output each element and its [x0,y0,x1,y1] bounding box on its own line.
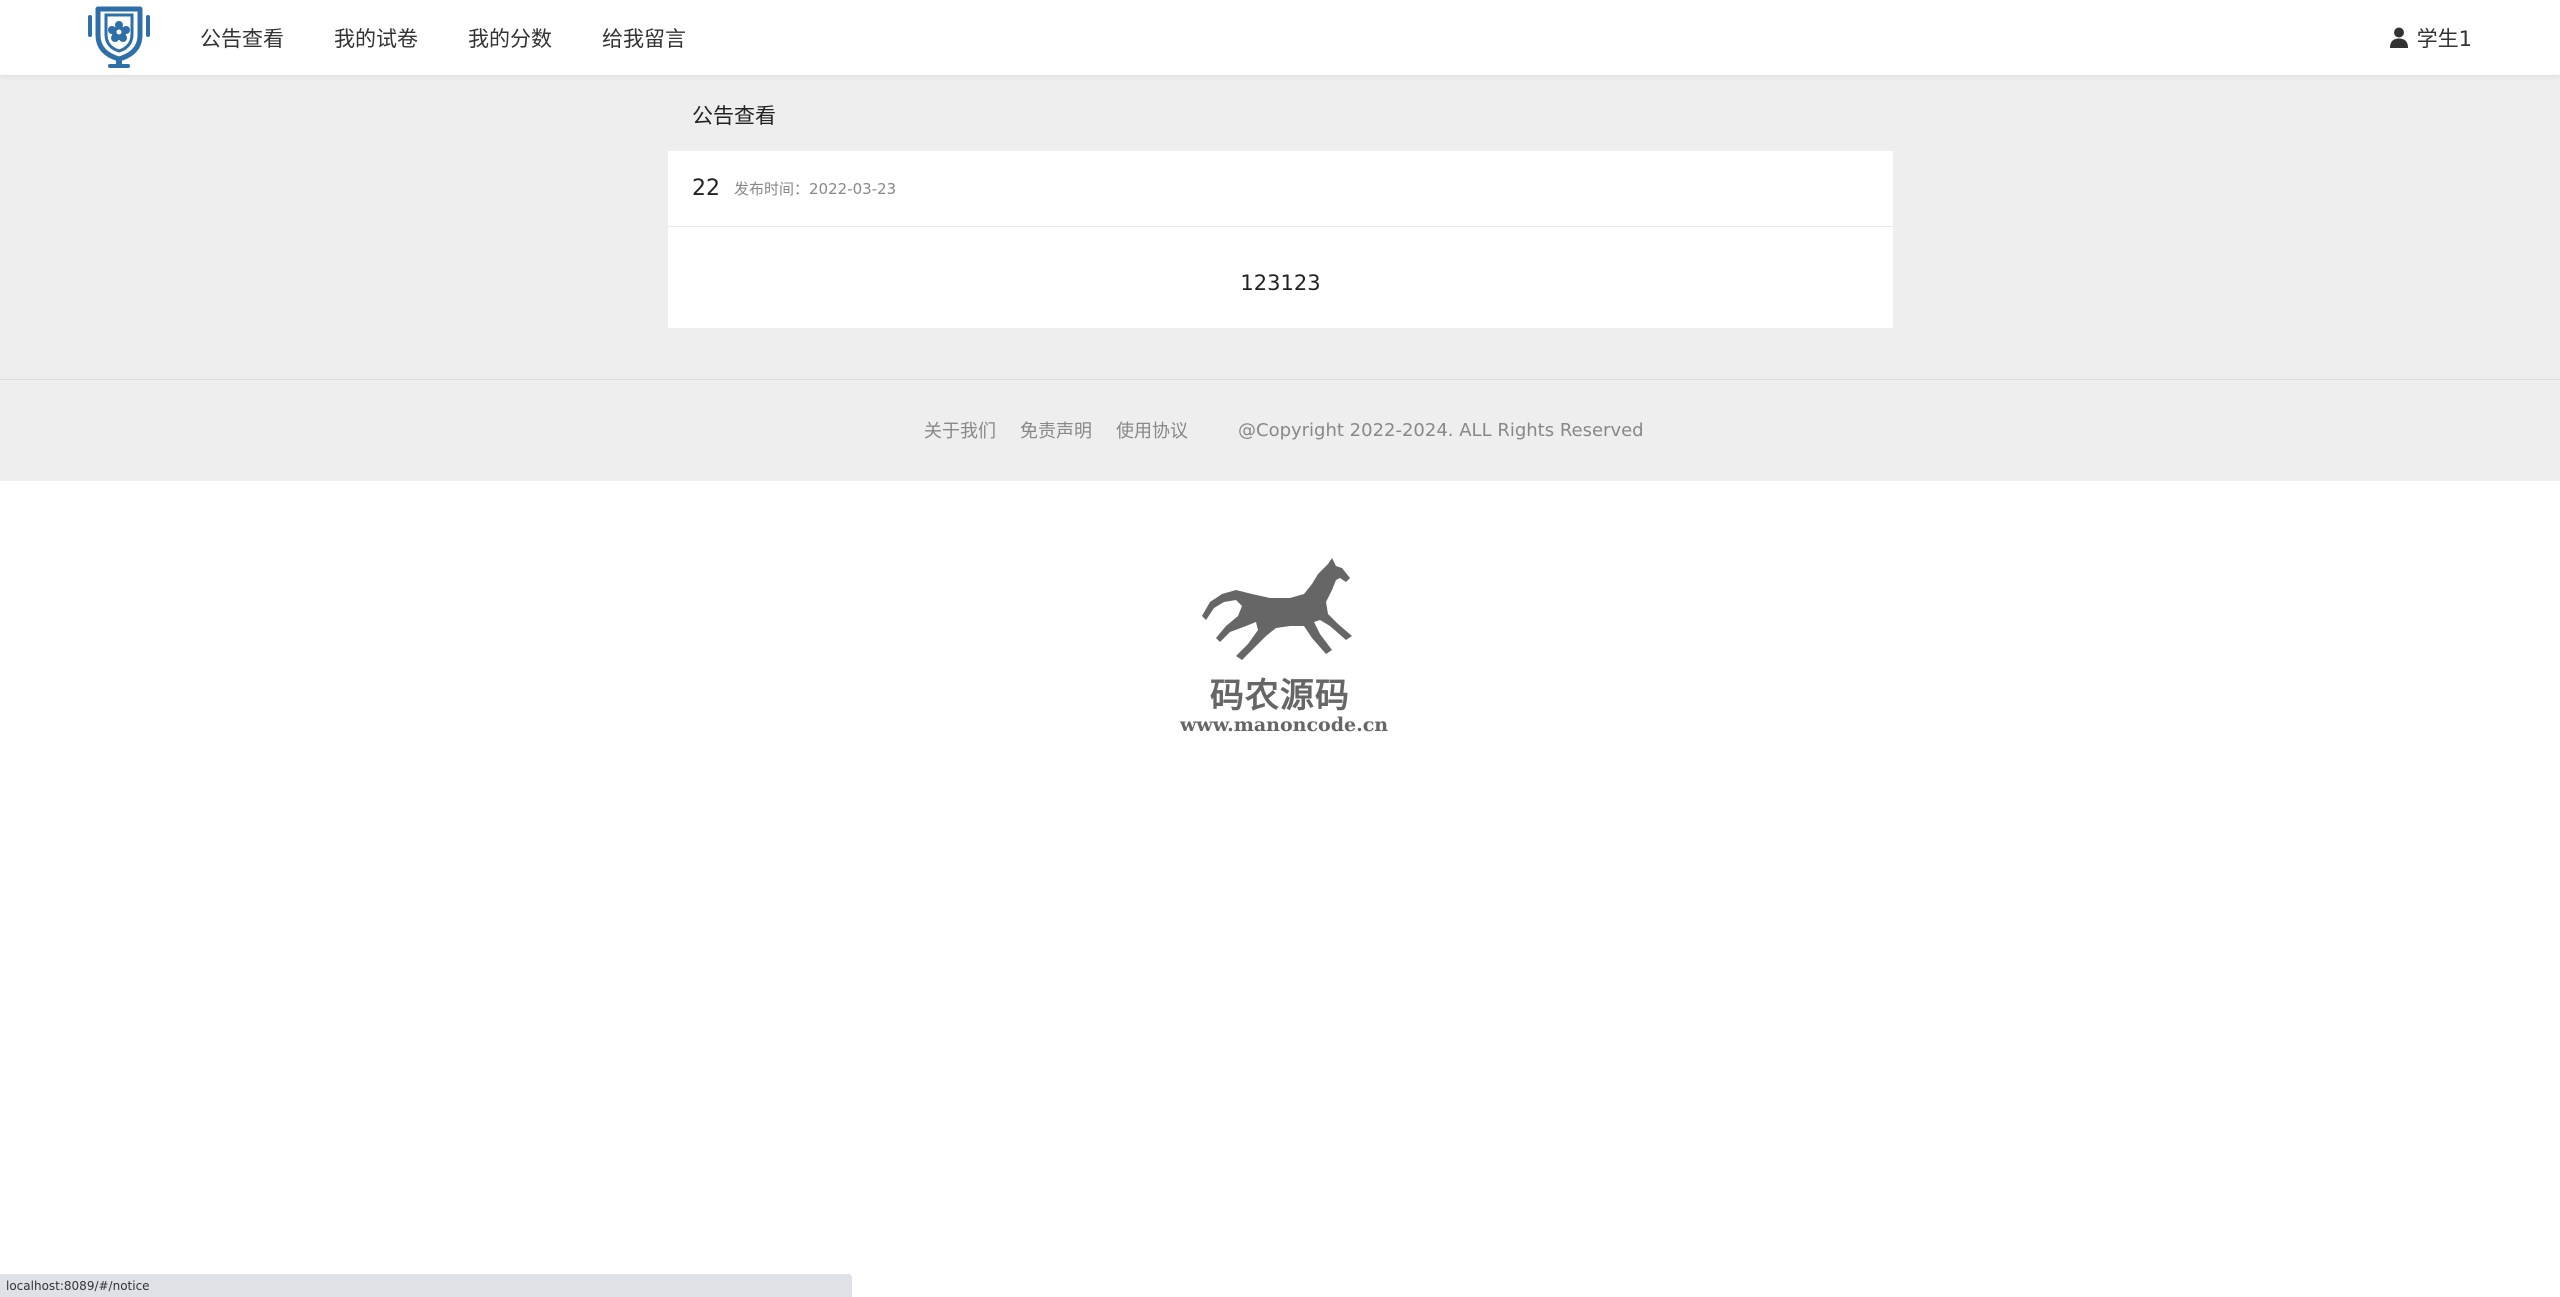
watermark-url: www.manoncode.cn [1180,714,1389,736]
notice-header: 22 发布时间：2022-03-23 [668,151,1893,227]
user-name: 学生1 [2416,26,2472,51]
copyright-text: @Copyright 2022-2024. ALL Rights Reserve… [1238,419,1644,441]
footer-link-disclaimer[interactable]: 免责声明 [1020,417,1092,443]
notice-card: 22 发布时间：2022-03-23 123123 [668,151,1893,328]
notice-title: 22 [692,176,720,201]
footer: 关于我们 免责声明 使用协议 @Copyright 2022-2024. ALL… [0,379,2560,481]
page-title: 公告查看 [692,104,776,128]
notice-content: 123123 [1240,271,1321,295]
watermark-logo: 码农源码 www.manoncode.cn [1180,556,1389,746]
footer-link-terms[interactable]: 使用协议 [1116,417,1188,443]
user-icon [2389,27,2408,48]
notice-date: 发布时间：2022-03-23 [734,178,896,199]
footer-links: 关于我们 免责声明 使用协议 @Copyright 2022-2024. ALL… [924,380,1644,480]
nav-item-my-papers[interactable]: 我的试卷 [334,23,418,53]
top-header: 公告查看 我的试卷 我的分数 给我留言 学生1 [0,0,2560,75]
main-nav: 公告查看 我的试卷 我的分数 给我留言 [200,0,736,75]
watermark-name: 码农源码 [1210,676,1350,716]
nav-item-notice[interactable]: 公告查看 [200,23,284,53]
horse-icon [1202,558,1352,660]
user-menu[interactable]: 学生1 [2389,0,2472,75]
trophy-logo-icon[interactable] [84,5,154,69]
nav-item-leave-message[interactable]: 给我留言 [602,23,686,53]
main-content: 公告查看 22 发布时间：2022-03-23 123123 [0,75,2560,379]
nav-item-my-scores[interactable]: 我的分数 [468,23,552,53]
browser-status-bar: localhost:8089/#/notice [0,1274,852,1297]
notice-date-label: 发布时间： [734,180,810,198]
footer-link-about[interactable]: 关于我们 [924,417,996,443]
status-url: localhost:8089/#/notice [6,1278,150,1293]
notice-date-value: 2022-03-23 [809,180,897,198]
